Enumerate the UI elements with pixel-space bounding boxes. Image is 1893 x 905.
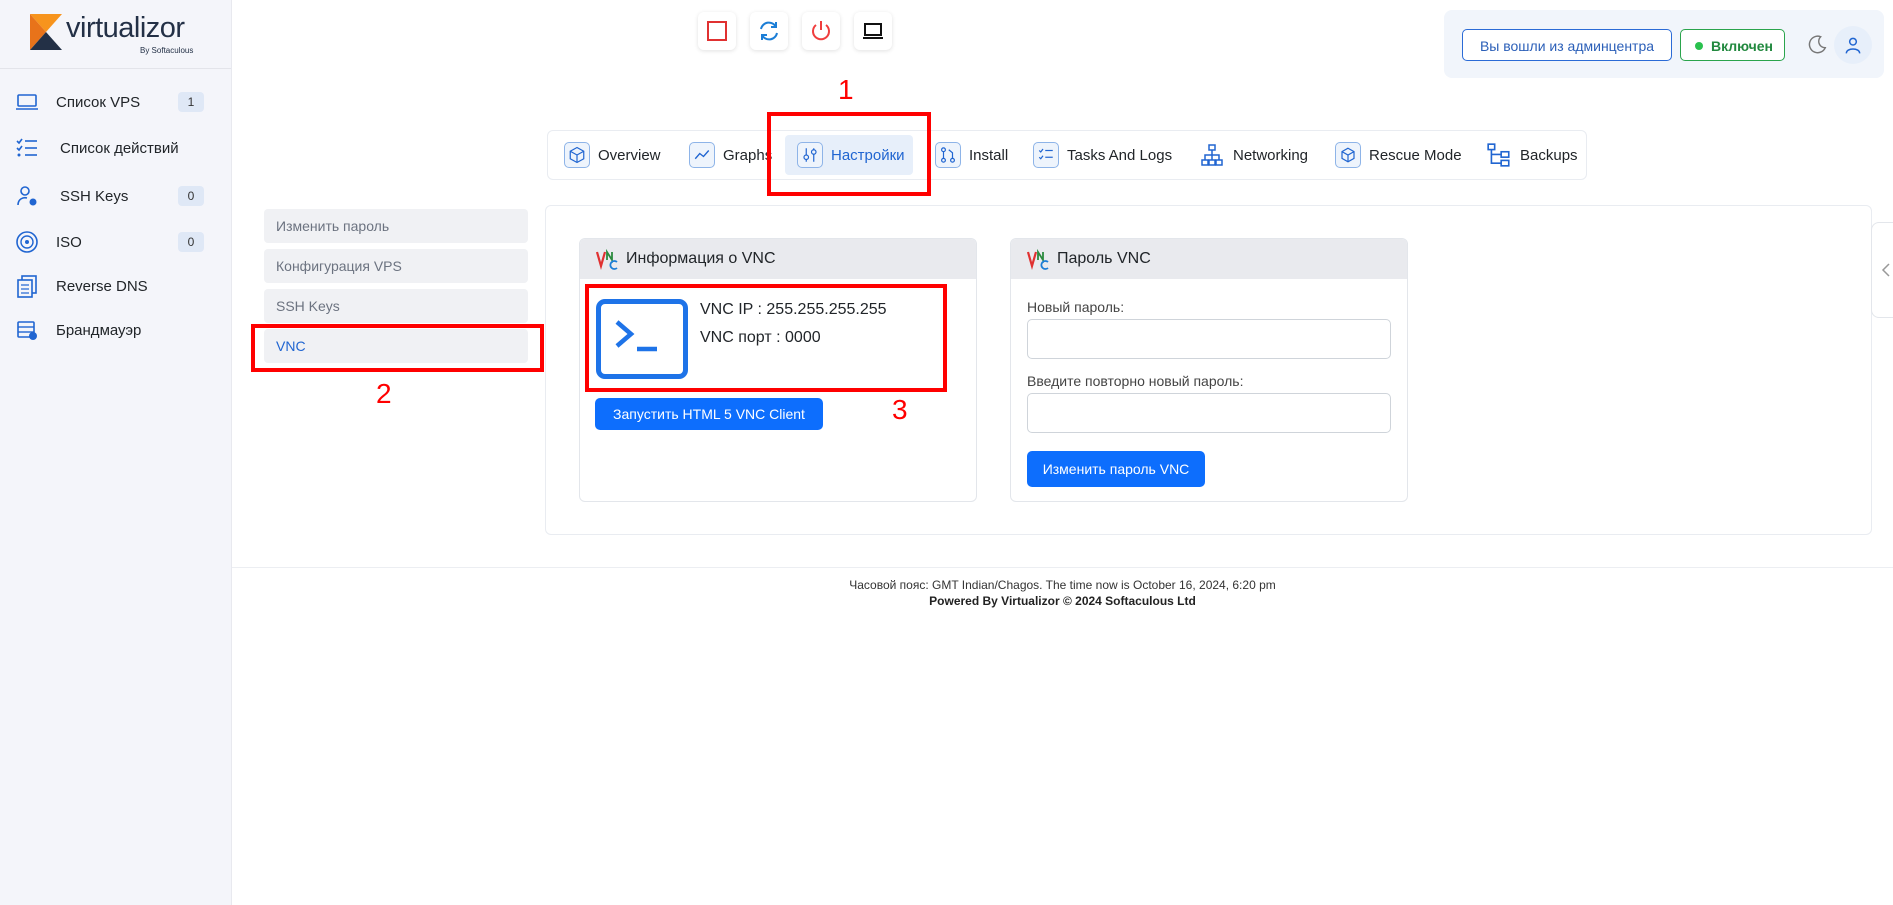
tab-label: Overview xyxy=(598,146,661,164)
stop-button[interactable] xyxy=(698,12,736,50)
sidebar-item-label: Список действий xyxy=(60,139,179,157)
tab-label: Tasks And Logs xyxy=(1067,146,1173,164)
vnc-info-header: Информация о VNC xyxy=(580,239,976,279)
checklist-icon xyxy=(1033,142,1059,168)
tab-install[interactable]: Install xyxy=(935,131,1008,179)
annotation-number-2: 2 xyxy=(376,378,392,409)
chevron-left-icon xyxy=(1881,263,1890,277)
task-list-icon xyxy=(16,138,37,157)
virtualizor-logo-icon xyxy=(30,14,62,50)
moon-icon[interactable] xyxy=(1806,34,1828,56)
restart-icon xyxy=(760,21,778,41)
tab-tasks-and-logs[interactable]: Tasks And Logs xyxy=(1033,131,1172,179)
sidebar-item-label: SSH Keys xyxy=(60,187,129,205)
vnc-info-title: Информация о VNC xyxy=(626,250,776,267)
collapse-panel-tab[interactable] xyxy=(1871,222,1893,318)
user-avatar[interactable] xyxy=(1834,26,1872,64)
tab-networking[interactable]: Networking xyxy=(1199,131,1308,179)
annotation-number-3: 3 xyxy=(892,394,908,425)
vnc-password-title: Пароль VNC xyxy=(1057,250,1151,267)
sidebar-item-label: Брандмауэр xyxy=(56,321,142,339)
tab-label: Graphs xyxy=(723,146,773,164)
sidebar-badge: 0 xyxy=(178,232,204,252)
backup-tree-icon xyxy=(1486,142,1512,168)
submenu-vps-config[interactable]: Конфигурация VPS xyxy=(264,249,528,283)
sidebar-badge: 1 xyxy=(178,92,204,112)
git-icon xyxy=(935,142,961,168)
annotation-box-2 xyxy=(251,324,544,372)
disc-icon xyxy=(16,231,38,253)
vps-tabs: Overview Graphs Настройки Install Tasks … xyxy=(547,130,1587,180)
tab-label: Install xyxy=(969,146,1009,164)
vnc-password-card: Пароль VNC Новый пароль: Введите повторн… xyxy=(1010,238,1408,502)
footer-timezone: Часовой пояс: GMT Indian/Chagos. The tim… xyxy=(849,578,1276,592)
header-actions: Вы вошли из админцентра Включен xyxy=(1444,10,1884,78)
status-label: Включен xyxy=(1711,38,1773,54)
network-icon xyxy=(1199,142,1225,168)
new-password-input[interactable] xyxy=(1027,319,1391,359)
sidebar-item-reverse-dns[interactable]: Reverse DNS xyxy=(0,267,231,305)
user-icon xyxy=(1845,37,1861,54)
tab-label: Networking xyxy=(1233,146,1309,164)
laptop-icon xyxy=(16,94,38,110)
tab-label: Backups xyxy=(1520,146,1578,164)
tab-graphs[interactable]: Graphs xyxy=(689,131,772,179)
rescue-cube-icon xyxy=(1335,142,1361,168)
restart-button[interactable] xyxy=(750,12,788,50)
cube-icon xyxy=(564,142,590,168)
annotation-box-3 xyxy=(585,284,947,392)
user-key-icon xyxy=(17,186,37,206)
sidebar-item-label: ISO xyxy=(56,233,82,251)
sidebar-divider xyxy=(0,68,231,69)
sidebar-item-iso[interactable]: ISO 0 xyxy=(0,223,231,261)
tab-overview[interactable]: Overview xyxy=(564,131,661,179)
tab-rescue-mode[interactable]: Rescue Mode xyxy=(1335,131,1462,179)
launch-vnc-client-button[interactable]: Запустить HTML 5 VNC Client xyxy=(595,398,823,430)
console-button[interactable] xyxy=(854,12,892,50)
admin-panel-button[interactable]: Вы вошли из админцентра xyxy=(1462,29,1672,61)
chart-line-icon xyxy=(689,142,715,168)
vnc-password-header: Пароль VNC xyxy=(1011,239,1407,279)
annotation-box-1 xyxy=(767,112,931,196)
sidebar-item-ssh-keys[interactable]: SSH Keys 0 xyxy=(0,177,231,215)
documents-icon xyxy=(17,275,37,298)
vnc-logo-icon xyxy=(596,248,618,270)
status-button[interactable]: Включен xyxy=(1680,29,1785,61)
sidebar-item-label: Reverse DNS xyxy=(56,277,148,295)
status-dot xyxy=(1695,42,1703,50)
sidebar-item-firewall[interactable]: Брандмауэр xyxy=(0,311,231,349)
brand-sub: By Softaculous xyxy=(140,46,194,55)
sidebar-item-label: Список VPS xyxy=(56,93,141,111)
new-password-label: Новый пароль: xyxy=(1027,299,1125,315)
repeat-password-input[interactable] xyxy=(1027,393,1391,433)
power-button[interactable] xyxy=(802,12,840,50)
change-vnc-password-button[interactable]: Изменить пароль VNC xyxy=(1027,451,1205,487)
firewall-icon xyxy=(17,321,37,340)
footer-powered-by: Powered By Virtualizor © 2024 Softaculou… xyxy=(929,594,1196,608)
sidebar-item-vps-list[interactable]: Список VPS 1 xyxy=(0,83,231,121)
submenu-ssh-keys[interactable]: SSH Keys xyxy=(264,289,528,323)
sidebar-badge: 0 xyxy=(178,186,204,206)
annotation-number-1: 1 xyxy=(838,74,854,105)
footer-divider xyxy=(232,567,1893,568)
repeat-password-label: Введите повторно новый пароль: xyxy=(1027,373,1244,389)
brand-name: virtualizor xyxy=(66,12,185,44)
sidebar: virtualizor By Softaculous Список VPS 1 … xyxy=(0,0,232,905)
logo[interactable]: virtualizor By Softaculous xyxy=(30,12,200,55)
stop-icon xyxy=(707,21,727,41)
power-icon xyxy=(812,21,830,41)
tab-label: Rescue Mode xyxy=(1369,146,1462,164)
laptop-icon xyxy=(863,23,883,39)
tab-backups[interactable]: Backups xyxy=(1486,131,1578,179)
vnc-logo-icon xyxy=(1027,248,1049,270)
sidebar-item-action-list[interactable]: Список действий xyxy=(0,129,231,167)
submenu-change-password[interactable]: Изменить пароль xyxy=(264,209,528,243)
